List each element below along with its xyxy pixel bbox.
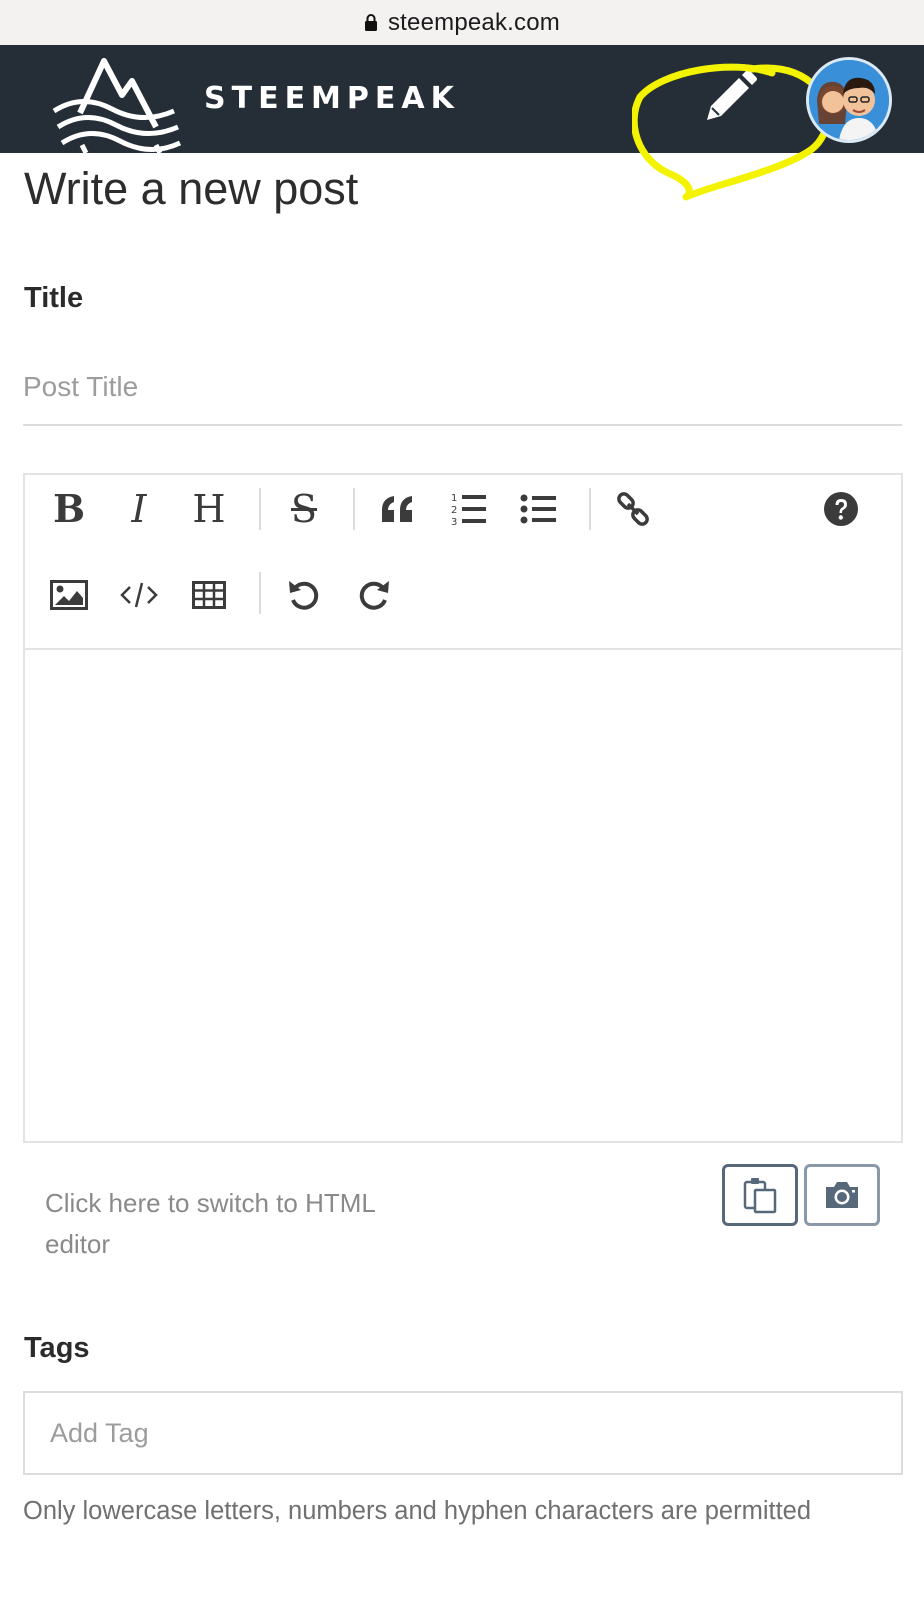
redo-icon bbox=[359, 581, 389, 610]
heading-button[interactable]: H bbox=[185, 485, 233, 533]
camera-icon bbox=[826, 1182, 858, 1208]
image-button[interactable] bbox=[45, 571, 93, 619]
strikethrough-button[interactable]: S bbox=[280, 485, 328, 533]
markdown-editor: B I H S 1 2 3 bbox=[23, 473, 903, 1143]
lock-icon bbox=[364, 13, 377, 31]
redo-button[interactable] bbox=[350, 571, 398, 619]
paste-icon bbox=[743, 1178, 777, 1214]
unordered-list-button[interactable] bbox=[515, 485, 563, 533]
svg-text:1: 1 bbox=[451, 493, 457, 504]
help-icon bbox=[824, 492, 858, 526]
toolbar-divider bbox=[589, 488, 591, 530]
help-button[interactable] bbox=[817, 485, 865, 533]
toolbar-divider bbox=[259, 488, 261, 530]
italic-button[interactable]: I bbox=[115, 485, 163, 533]
title-label: Title bbox=[24, 282, 84, 314]
toolbar-divider bbox=[353, 488, 355, 530]
steempeak-logo[interactable] bbox=[52, 53, 182, 153]
page-title: Write a new post bbox=[24, 163, 359, 214]
editor-toolbar: B I H S 1 2 3 bbox=[25, 475, 901, 650]
heading-icon: H bbox=[192, 487, 226, 531]
switch-to-html-editor-link[interactable]: Click here to switch to HTML editor bbox=[45, 1183, 425, 1265]
strikethrough-icon: S bbox=[290, 487, 318, 531]
tags-input[interactable] bbox=[23, 1391, 903, 1475]
tags-label: Tags bbox=[24, 1332, 90, 1364]
link-icon bbox=[617, 492, 649, 526]
camera-button[interactable] bbox=[804, 1164, 880, 1226]
undo-button[interactable] bbox=[280, 571, 328, 619]
avatar-image bbox=[809, 60, 889, 140]
svg-text:2: 2 bbox=[451, 505, 457, 516]
image-icon bbox=[50, 580, 88, 610]
italic-icon: I bbox=[131, 487, 147, 531]
bold-icon: B bbox=[52, 486, 86, 531]
user-avatar[interactable] bbox=[806, 57, 892, 143]
post-title-input[interactable] bbox=[23, 360, 902, 426]
brand-name[interactable]: STEEMPEAK bbox=[204, 81, 460, 116]
unordered-list-icon bbox=[520, 494, 556, 524]
app-header: STEEMPEAK bbox=[0, 45, 924, 201]
tags-hint: Only lowercase letters, numbers and hyph… bbox=[23, 1497, 812, 1525]
code-icon bbox=[120, 582, 158, 608]
quote-button[interactable] bbox=[374, 485, 422, 533]
bold-button[interactable]: B bbox=[45, 485, 93, 533]
code-button[interactable] bbox=[115, 571, 163, 619]
write-post-button[interactable] bbox=[696, 65, 762, 131]
ordered-list-icon: 1 2 3 bbox=[451, 493, 486, 527]
url-text: steempeak.com bbox=[387, 8, 560, 36]
paste-button[interactable] bbox=[722, 1164, 798, 1226]
toolbar-divider bbox=[259, 572, 261, 614]
pencil-icon bbox=[707, 70, 757, 120]
editor-content-area[interactable] bbox=[25, 650, 901, 1141]
ordered-list-button[interactable]: 1 2 3 bbox=[445, 485, 493, 533]
quote-icon bbox=[382, 496, 412, 522]
svg-text:3: 3 bbox=[451, 517, 457, 527]
table-icon bbox=[192, 581, 226, 609]
table-button[interactable] bbox=[185, 571, 233, 619]
browser-url-bar[interactable]: steempeak.com bbox=[0, 0, 924, 45]
link-button[interactable] bbox=[609, 485, 657, 533]
undo-icon bbox=[289, 581, 319, 610]
